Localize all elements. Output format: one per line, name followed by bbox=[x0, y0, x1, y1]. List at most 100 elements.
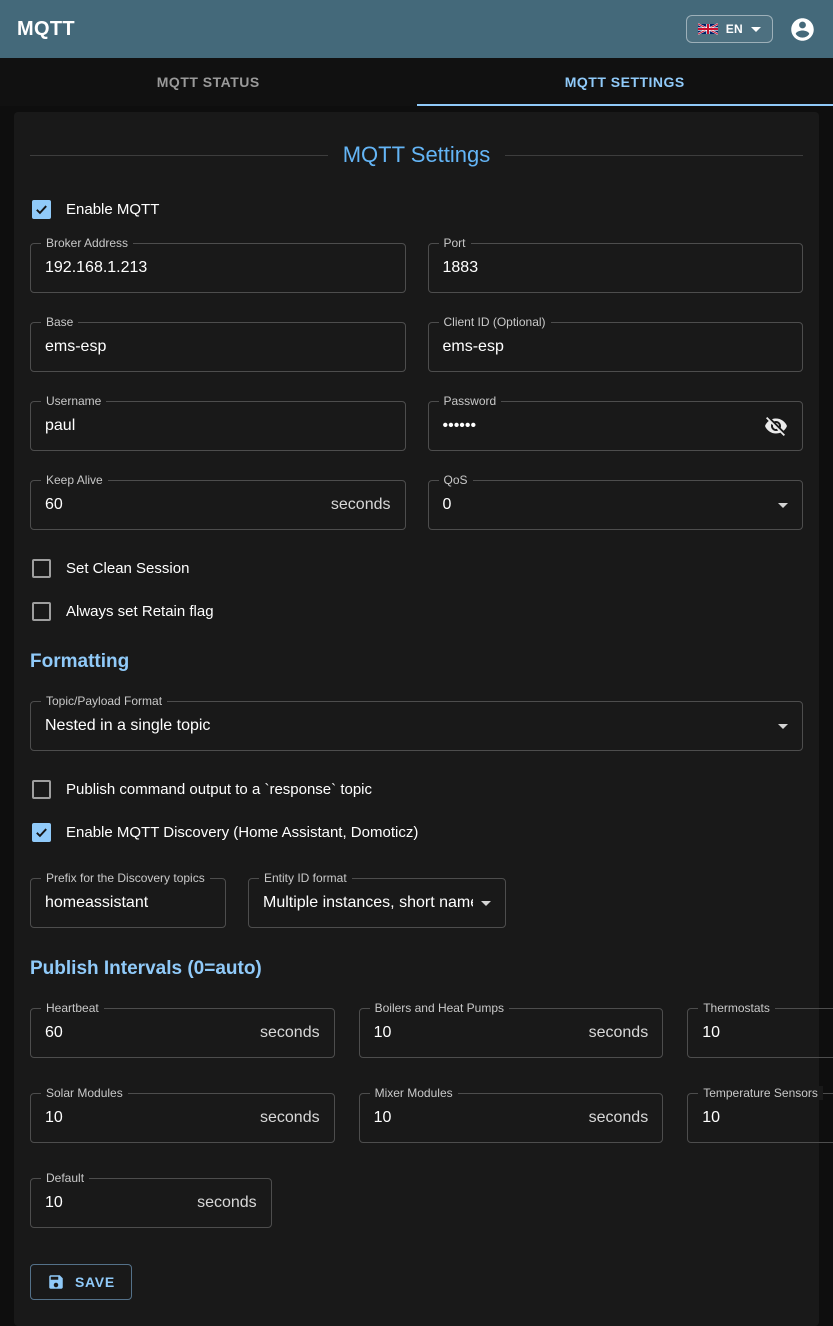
topic-payload-format-select[interactable]: Topic/Payload Format Nested in a single … bbox=[30, 701, 803, 751]
field-label: Heartbeat bbox=[41, 1001, 104, 1015]
field-label: Client ID (Optional) bbox=[439, 315, 551, 329]
field-label: Thermostats bbox=[698, 1001, 775, 1015]
field-label: Entity ID format bbox=[259, 871, 352, 885]
field-label: Broker Address bbox=[41, 236, 133, 250]
discovery-options-row: Prefix for the Discovery topics Entity I… bbox=[30, 878, 803, 928]
checkbox-checked-icon[interactable] bbox=[32, 200, 51, 219]
default-input[interactable] bbox=[45, 1194, 189, 1212]
temperature-sensors-field: Temperature Sensors seconds bbox=[687, 1093, 833, 1143]
save-icon bbox=[47, 1273, 65, 1291]
field-label: Prefix for the Discovery topics bbox=[41, 871, 210, 885]
save-button[interactable]: SAVE bbox=[30, 1264, 132, 1300]
unit-suffix: seconds bbox=[589, 1109, 649, 1127]
solar-modules-input[interactable] bbox=[45, 1109, 252, 1127]
app-bar: MQTT EN bbox=[0, 0, 833, 58]
username-field: Username bbox=[30, 401, 406, 451]
qos-selected-value: 0 bbox=[443, 496, 771, 514]
field-label: Port bbox=[439, 236, 471, 250]
entity-format-selected-value: Multiple instances, short name bbox=[263, 894, 473, 912]
settings-card: MQTT Settings Enable MQTT Broker Address… bbox=[14, 112, 819, 1326]
port-field: Port bbox=[428, 243, 804, 293]
checkbox-label: Publish command output to a `response` t… bbox=[66, 781, 372, 798]
thermostats-input[interactable] bbox=[702, 1024, 833, 1042]
temperature-sensors-input[interactable] bbox=[702, 1109, 833, 1127]
unit-suffix: seconds bbox=[197, 1194, 257, 1212]
page-header-title: MQTT bbox=[17, 18, 75, 41]
tab-mqtt-settings[interactable]: MQTT SETTINGS bbox=[417, 58, 833, 106]
toggle-password-visibility-button[interactable] bbox=[764, 414, 788, 438]
checkbox-label: Always set Retain flag bbox=[66, 603, 214, 620]
checkbox-checked-icon[interactable] bbox=[32, 823, 51, 842]
topic-format-selected-value: Nested in a single topic bbox=[45, 717, 770, 735]
chevron-down-icon bbox=[751, 27, 761, 32]
unit-suffix: seconds bbox=[589, 1024, 649, 1042]
field-label: Topic/Payload Format bbox=[41, 694, 167, 708]
page-title-row: MQTT Settings bbox=[30, 142, 803, 168]
unit-suffix: seconds bbox=[260, 1024, 320, 1042]
checkbox-unchecked-icon[interactable] bbox=[32, 602, 51, 621]
checkbox-enable-mqtt[interactable]: Enable MQTT bbox=[32, 200, 803, 219]
app-bar-actions: EN bbox=[686, 15, 816, 43]
checkbox-clean-session[interactable]: Set Clean Session bbox=[32, 559, 803, 578]
formatting-heading: Formatting bbox=[30, 651, 803, 673]
tab-mqtt-settings-label: MQTT SETTINGS bbox=[565, 74, 685, 90]
default-field: Default seconds bbox=[30, 1178, 272, 1228]
broker-address-input[interactable] bbox=[45, 259, 391, 277]
title-divider-left bbox=[30, 155, 328, 156]
account-circle-icon bbox=[789, 16, 816, 43]
page-title: MQTT Settings bbox=[343, 142, 491, 168]
checkbox-mqtt-discovery[interactable]: Enable MQTT Discovery (Home Assistant, D… bbox=[32, 823, 803, 842]
heartbeat-input[interactable] bbox=[45, 1024, 252, 1042]
port-input[interactable] bbox=[443, 259, 789, 277]
checkbox-label: Set Clean Session bbox=[66, 560, 189, 577]
boilers-field: Boilers and Heat Pumps seconds bbox=[359, 1008, 664, 1058]
unit-suffix: seconds bbox=[260, 1109, 320, 1127]
broker-address-field: Broker Address bbox=[30, 243, 406, 293]
entity-id-format-select[interactable]: Entity ID format Multiple instances, sho… bbox=[248, 878, 506, 928]
password-input[interactable] bbox=[443, 417, 757, 435]
keep-alive-input[interactable] bbox=[45, 496, 323, 514]
field-label: Temperature Sensors bbox=[698, 1086, 823, 1100]
heartbeat-field: Heartbeat seconds bbox=[30, 1008, 335, 1058]
qos-select[interactable]: QoS 0 bbox=[428, 480, 804, 530]
tab-bar: MQTT STATUS MQTT SETTINGS bbox=[0, 58, 833, 106]
tab-mqtt-status[interactable]: MQTT STATUS bbox=[0, 58, 417, 106]
username-input[interactable] bbox=[45, 417, 391, 435]
tab-mqtt-status-label: MQTT STATUS bbox=[157, 74, 260, 90]
topic-format-row: Topic/Payload Format Nested in a single … bbox=[30, 701, 803, 751]
password-field: Password bbox=[428, 401, 804, 451]
checkbox-unchecked-icon[interactable] bbox=[32, 559, 51, 578]
checkbox-label: Enable MQTT Discovery (Home Assistant, D… bbox=[66, 824, 418, 841]
language-selector-button[interactable]: EN bbox=[686, 15, 773, 43]
dropdown-arrow-icon bbox=[481, 901, 491, 906]
unit-suffix: seconds bbox=[331, 496, 391, 514]
checkbox-publish-response[interactable]: Publish command output to a `response` t… bbox=[32, 780, 803, 799]
field-label: Keep Alive bbox=[41, 473, 108, 487]
client-id-input[interactable] bbox=[443, 338, 789, 356]
connection-fields-grid: Broker Address Port Base Client ID (Opti… bbox=[30, 243, 803, 530]
language-code-label: EN bbox=[726, 22, 743, 36]
dropdown-arrow-icon bbox=[778, 724, 788, 729]
active-tab-indicator bbox=[417, 104, 833, 106]
checkbox-unchecked-icon[interactable] bbox=[32, 780, 51, 799]
publish-intervals-heading: Publish Intervals (0=auto) bbox=[30, 958, 803, 980]
base-input[interactable] bbox=[45, 338, 391, 356]
boilers-input[interactable] bbox=[374, 1024, 581, 1042]
discovery-prefix-input[interactable] bbox=[45, 894, 211, 912]
uk-flag-icon bbox=[698, 23, 718, 35]
checkbox-retain-flag[interactable]: Always set Retain flag bbox=[32, 602, 803, 621]
field-label: Default bbox=[41, 1171, 89, 1185]
field-label: Password bbox=[439, 394, 502, 408]
solar-modules-field: Solar Modules seconds bbox=[30, 1093, 335, 1143]
title-divider-right bbox=[505, 155, 803, 156]
thermostats-field: Thermostats seconds bbox=[687, 1008, 833, 1058]
account-button[interactable] bbox=[789, 16, 816, 43]
intervals-grid: Heartbeat seconds Boilers and Heat Pumps… bbox=[30, 1008, 803, 1143]
base-field: Base bbox=[30, 322, 406, 372]
checkbox-label: Enable MQTT bbox=[66, 201, 159, 218]
mixer-modules-input[interactable] bbox=[374, 1109, 581, 1127]
field-label: QoS bbox=[439, 473, 473, 487]
dropdown-arrow-icon bbox=[778, 503, 788, 508]
field-label: Boilers and Heat Pumps bbox=[370, 1001, 509, 1015]
field-label: Username bbox=[41, 394, 106, 408]
